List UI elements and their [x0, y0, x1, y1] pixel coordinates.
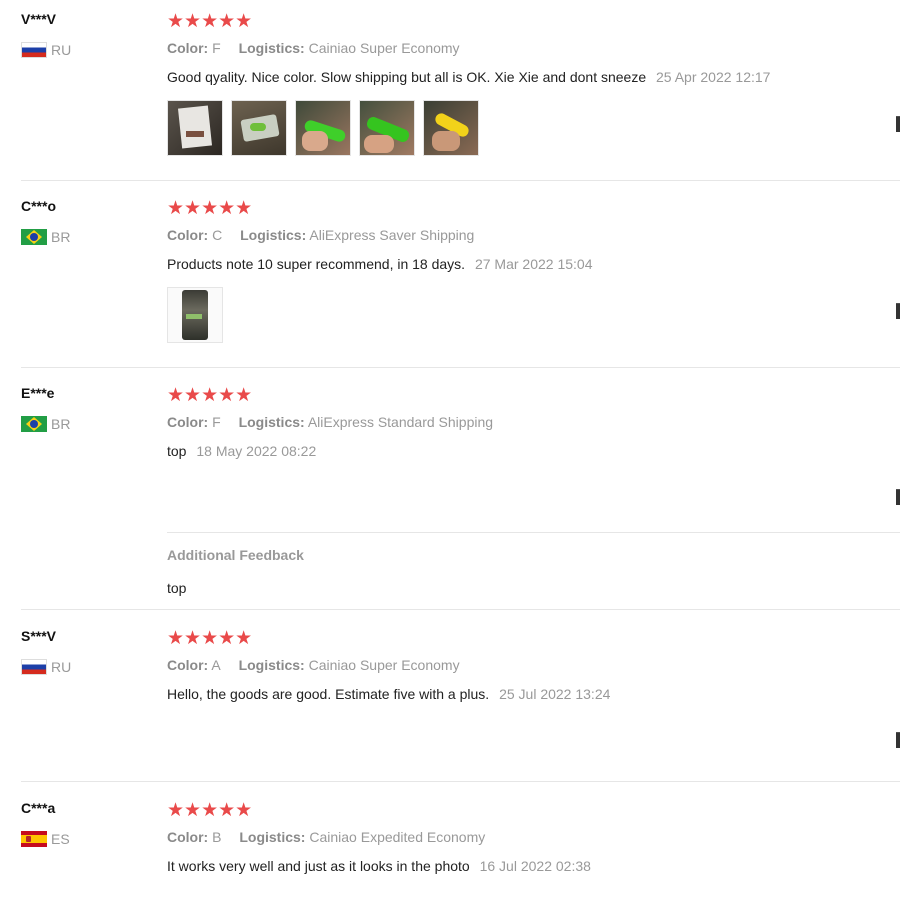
- review-text: top 18 May 2022 08:22: [167, 443, 316, 459]
- reviewer-country: RU: [21, 659, 71, 675]
- star-rating: ★★★★★: [167, 628, 252, 648]
- star-rating-label: ★★★★★: [167, 10, 253, 32]
- review-photo-thumbnail[interactable]: [295, 100, 351, 156]
- review-meta: Color: C Logistics: AliExpress Saver Shi…: [167, 227, 474, 243]
- reviewer-name: C***a: [21, 800, 56, 816]
- review-body: Hello, the goods are good. Estimate five…: [167, 686, 490, 702]
- additional-feedback-text: top: [167, 580, 187, 596]
- logistics-label: Logistics:: [238, 657, 305, 673]
- row-edge-glyph: ▌: [896, 732, 900, 748]
- row-edge-glyph: ▌: [896, 303, 900, 319]
- review-date: 25 Jul 2022 13:24: [499, 686, 611, 702]
- review-divider: [21, 180, 900, 181]
- additional-feedback-divider: [167, 532, 900, 533]
- review-text: Hello, the goods are good. Estimate five…: [167, 686, 610, 702]
- color-label: Color:: [167, 414, 209, 430]
- review-text: It works very well and just as it looks …: [167, 858, 591, 874]
- color-value: F: [212, 414, 221, 430]
- review-body: It works very well and just as it looks …: [167, 858, 470, 874]
- star-rating: ★★★★★: [167, 198, 252, 218]
- star-rating: ★★★★★: [167, 800, 252, 820]
- reviewer-country: BR: [21, 229, 70, 245]
- country-code: BR: [51, 229, 71, 245]
- review-photos: [167, 100, 479, 156]
- star-rating-label: ★★★★★: [167, 627, 253, 649]
- review-date: 25 Apr 2022 12:17: [656, 69, 771, 85]
- review-body: Products note 10 super recommend, in 18 …: [167, 256, 466, 272]
- additional-feedback-title: Additional Feedback: [167, 547, 304, 563]
- logistics-value: Cainiao Super Economy: [308, 657, 460, 673]
- brazil-flag-icon: [21, 416, 47, 432]
- reviewer-country: ES: [21, 831, 70, 847]
- reviewer-country: BR: [21, 416, 70, 432]
- color-value: B: [212, 829, 222, 845]
- review-photo-thumbnail[interactable]: [167, 100, 223, 156]
- color-label: Color:: [167, 227, 209, 243]
- logistics-label: Logistics:: [239, 829, 306, 845]
- review-divider: [21, 609, 900, 610]
- color-label: Color:: [167, 657, 209, 673]
- logistics-value: Cainiao Expedited Economy: [309, 829, 486, 845]
- country-code: RU: [51, 659, 72, 675]
- color-label: Color:: [167, 829, 209, 845]
- color-label: Color:: [167, 40, 209, 56]
- brazil-flag-icon: [21, 229, 47, 245]
- review-photo-thumbnail[interactable]: [167, 287, 223, 343]
- star-rating-label: ★★★★★: [167, 197, 253, 219]
- reviewer-name: S***V: [21, 628, 57, 644]
- review-meta: Color: A Logistics: Cainiao Super Econom…: [167, 657, 460, 673]
- reviewer-country: RU: [21, 42, 71, 58]
- review-photos: [167, 287, 223, 343]
- row-edge-glyph: ▌: [896, 489, 900, 505]
- logistics-value: AliExpress Saver Shipping: [309, 227, 475, 243]
- review-date: 27 Mar 2022 15:04: [474, 256, 593, 272]
- star-rating: ★★★★★: [167, 11, 252, 31]
- color-value: F: [212, 40, 221, 56]
- review-divider: [21, 781, 900, 782]
- country-code: RU: [51, 42, 72, 58]
- logistics-label: Logistics:: [238, 414, 305, 430]
- country-code: BR: [51, 416, 71, 432]
- review-text: Products note 10 super recommend, in 18 …: [167, 256, 592, 272]
- review-body: Good qyality. Nice color. Slow shipping …: [167, 69, 647, 85]
- review-date: 16 Jul 2022 02:38: [479, 858, 591, 874]
- reviewer-name: E***e: [21, 385, 55, 401]
- review-meta: Color: F Logistics: AliExpress Standard …: [167, 414, 493, 430]
- logistics-label: Logistics:: [238, 40, 305, 56]
- spain-flag-icon: [21, 831, 47, 847]
- star-rating: ★★★★★: [167, 385, 252, 405]
- color-value: A: [211, 657, 221, 673]
- review-meta: Color: B Logistics: Cainiao Expedited Ec…: [167, 829, 485, 845]
- review-text: Good qyality. Nice color. Slow shipping …: [167, 69, 770, 85]
- country-code: ES: [51, 831, 70, 847]
- russia-flag-icon: [21, 42, 47, 58]
- russia-flag-icon: [21, 659, 47, 675]
- star-rating-label: ★★★★★: [167, 799, 253, 821]
- review-photo-thumbnail[interactable]: [423, 100, 479, 156]
- review-body: top: [167, 443, 187, 459]
- reviewer-name: C***o: [21, 198, 57, 214]
- review-meta: Color: F Logistics: Cainiao Super Econom…: [167, 40, 460, 56]
- reviewer-name: V***V: [21, 11, 57, 27]
- review-photo-thumbnail[interactable]: [231, 100, 287, 156]
- row-edge-glyph: ▌: [896, 116, 900, 132]
- logistics-value: Cainiao Super Economy: [308, 40, 460, 56]
- logistics-value: AliExpress Standard Shipping: [307, 414, 494, 430]
- review-photo-thumbnail[interactable]: [359, 100, 415, 156]
- review-date: 18 May 2022 08:22: [196, 443, 317, 459]
- logistics-label: Logistics:: [240, 227, 307, 243]
- review-divider: [21, 367, 900, 368]
- star-rating-label: ★★★★★: [167, 384, 253, 406]
- color-value: C: [212, 227, 223, 243]
